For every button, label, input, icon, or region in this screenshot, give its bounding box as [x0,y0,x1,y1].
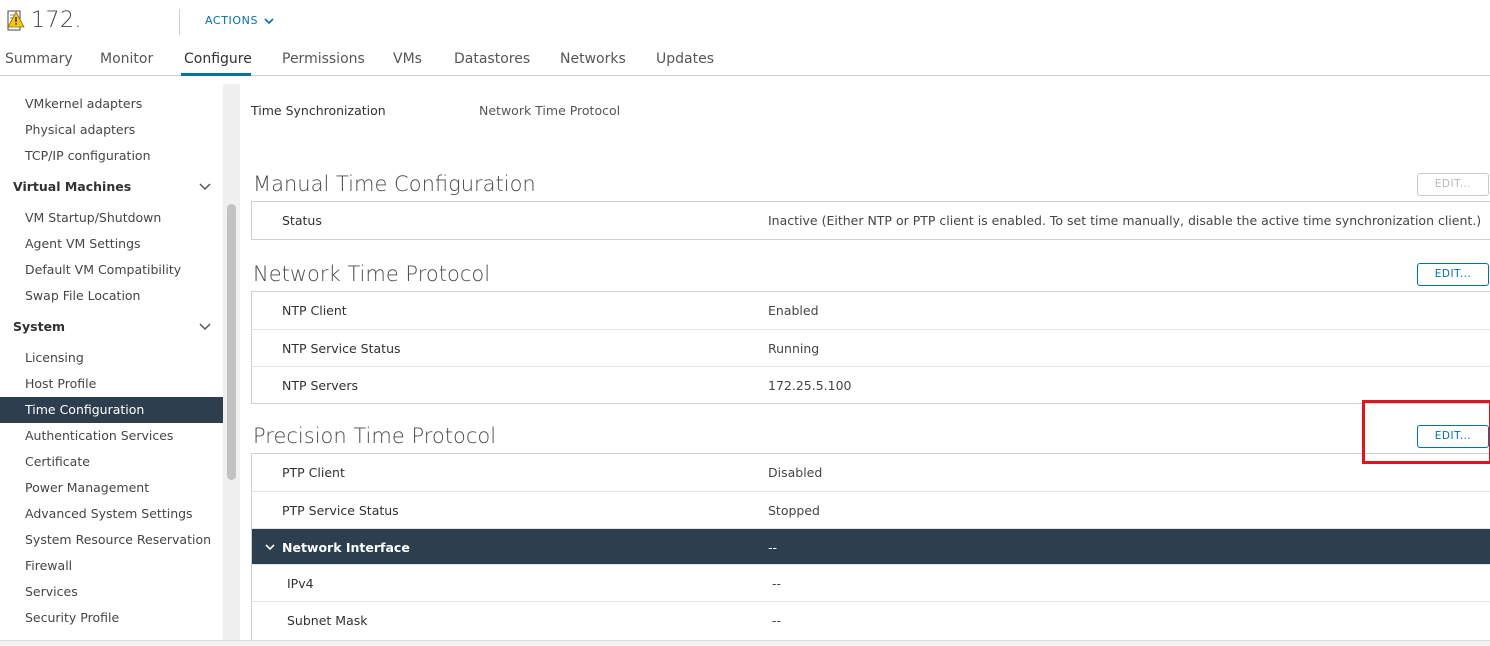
manual-edit-button[interactable]: EDIT... [1417,173,1489,196]
manual-time-config-title: Manual Time Configuration [253,172,536,196]
sidebar-item-security-profile[interactable]: Security Profile [0,605,223,631]
active-tab-indicator [181,73,251,76]
row-value: Stopped [768,503,820,518]
tab-bar: Summary Monitor Configure Permissions VM… [0,48,1490,76]
tab-summary[interactable]: Summary [5,51,73,67]
sidebar-group-virtual-machines[interactable]: Virtual Machines [0,174,223,200]
host-title: 172. [31,8,82,33]
actions-label: ACTIONS [205,14,259,27]
ntp-table: NTP Client Enabled NTP Service Status Ru… [251,291,1490,404]
sidebar-item-system-resource-reservation[interactable]: System Resource Reservation [0,527,223,553]
sidebar-group-label: Virtual Machines [13,179,132,194]
time-sync-label: Time Synchronization [251,103,386,118]
header-divider [179,9,180,35]
table-row: Subnet Mask -- [252,601,1490,638]
table-row: IPv4 -- [252,564,1490,601]
sidebar-item-time-configuration[interactable]: Time Configuration [0,397,223,423]
sidebar-item-physical-adapters[interactable]: Physical adapters [0,117,223,143]
sidebar-item-swap-file-location[interactable]: Swap File Location [0,283,223,309]
ptp-section-title: Precision Time Protocol [253,424,497,448]
tab-datastores[interactable]: Datastores [454,51,530,67]
time-configuration-panel: Time Synchronization Network Time Protoc… [240,84,1490,644]
tab-configure[interactable]: Configure [184,51,252,67]
table-row: PTP Client Disabled [252,454,1490,491]
row-label: Status [282,213,322,228]
sidebar-item-authentication-services[interactable]: Authentication Services [0,423,223,449]
host-warning-icon [7,10,25,31]
row-label: Network Interface [282,540,410,555]
row-value: 172.25.5.100 [768,378,852,393]
sidebar-item-host-profile[interactable]: Host Profile [0,371,223,397]
sidebar-scrollbar-thumb[interactable] [227,204,236,480]
sidebar-item-vm-startup-shutdown[interactable]: VM Startup/Shutdown [0,205,223,231]
sidebar-item-services[interactable]: Services [0,579,223,605]
sidebar-item-vmkernel-adapters[interactable]: VMkernel adapters [0,91,223,117]
sidebar-item-firewall[interactable]: Firewall [0,553,223,579]
row-label: NTP Service Status [282,341,401,356]
row-label: NTP Servers [282,378,359,393]
config-sidebar: VMkernel adapters Physical adapters TCP/… [0,84,223,640]
row-label: NTP Client [282,303,347,318]
ntp-edit-button[interactable]: EDIT... [1417,263,1489,286]
sidebar-item-power-management[interactable]: Power Management [0,475,223,501]
sidebar-item-licensing[interactable]: Licensing [0,345,223,371]
table-row: NTP Client Enabled [252,292,1490,329]
bottom-border [0,640,1490,646]
row-value: Inactive (Either NTP or PTP client is en… [768,213,1482,228]
table-row: NTP Service Status Running [252,329,1490,366]
row-value: Disabled [768,465,823,480]
row-label: PTP Client [282,465,345,480]
row-label: IPv4 [287,576,314,591]
row-value: -- [772,613,782,628]
ntp-section-title: Network Time Protocol [253,262,491,286]
manual-time-table: Status Inactive (Either NTP or PTP clien… [251,201,1490,240]
tab-updates[interactable]: Updates [656,51,714,67]
sidebar-item-agent-vm-settings[interactable]: Agent VM Settings [0,231,223,257]
sidebar-group-system[interactable]: System [0,314,223,340]
tab-permissions[interactable]: Permissions [282,51,365,67]
tab-vms[interactable]: VMs [393,51,422,67]
ptp-table: PTP Client Disabled PTP Service Status S… [251,453,1490,644]
sidebar-item-certificate[interactable]: Certificate [0,449,223,475]
table-row: PTP Service Status Stopped [252,491,1490,528]
sidebar-item-advanced-system-settings[interactable]: Advanced System Settings [0,501,223,527]
sidebar-item-default-vm-compatibility[interactable]: Default VM Compatibility [0,257,223,283]
row-label: PTP Service Status [282,503,399,518]
row-value: -- [772,576,782,591]
table-row: Status Inactive (Either NTP or PTP clien… [252,202,1490,239]
sidebar-group-label: System [13,319,66,334]
row-label: Subnet Mask [287,613,368,628]
chevron-down-icon [264,17,274,24]
sidebar-item-tcpip-configuration[interactable]: TCP/IP configuration [0,143,223,169]
chevron-down-icon [199,183,211,191]
tab-networks[interactable]: Networks [560,51,626,67]
chevron-down-icon [199,323,211,331]
time-sync-value: Network Time Protocol [479,103,621,118]
network-interface-row[interactable]: Network Interface -- [252,528,1490,564]
tab-monitor[interactable]: Monitor [100,51,153,67]
row-value: Enabled [768,303,819,318]
row-value: -- [768,540,778,555]
row-value: Running [768,341,820,356]
actions-menu-button[interactable]: ACTIONS [205,14,275,27]
table-row: NTP Servers 172.25.5.100 [252,366,1490,403]
chevron-down-icon[interactable] [265,542,275,552]
ptp-edit-highlight [1362,400,1490,464]
